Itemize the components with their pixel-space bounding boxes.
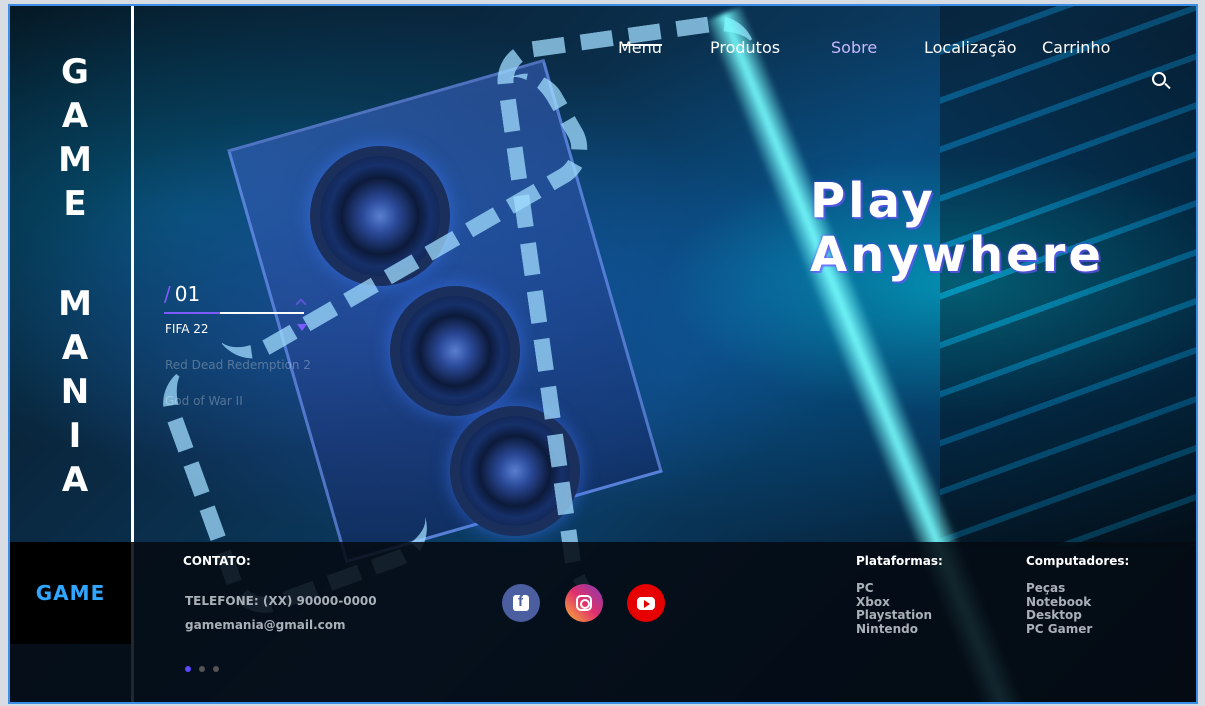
game-item[interactable]: Red Dead Redemption 2: [165, 358, 325, 394]
brand-letter: A: [61, 328, 89, 368]
nav-localizacao[interactable]: Localização: [924, 38, 1017, 57]
logo-text: GAME: [35, 581, 106, 605]
platform-link[interactable]: Playstation: [856, 608, 932, 623]
pagination-dot[interactable]: [213, 666, 219, 672]
computers-title: Computadores:: [1026, 554, 1130, 568]
facebook-icon[interactable]: [502, 584, 540, 622]
computers-list: Peças Notebook Desktop PC Gamer: [1026, 581, 1092, 637]
game-list: FIFA 22 Red Dead Redemption 2 God of War…: [165, 298, 325, 430]
hero-line-1: Play: [810, 173, 936, 229]
nav-menu[interactable]: Menu: [618, 38, 662, 57]
platform-link[interactable]: Xbox: [856, 595, 932, 610]
counter-number: 01: [174, 282, 201, 306]
brand-letter: N: [60, 372, 90, 412]
contact-title: CONTATO:: [183, 554, 251, 568]
platforms-list: PC Xbox Playstation Nintendo: [856, 581, 932, 637]
nav-carrinho[interactable]: Carrinho: [1042, 38, 1110, 57]
brand-letter: E: [63, 184, 87, 224]
computer-link[interactable]: PC Gamer: [1026, 622, 1092, 637]
app-frame: G A M E M A N I A Menu Produtos Sobre Lo…: [8, 4, 1198, 704]
youtube-glyph: [637, 596, 655, 610]
counter-slash: /: [164, 282, 171, 306]
pagination-dots: [185, 666, 219, 672]
computer-link[interactable]: Peças: [1026, 581, 1092, 596]
brand-gap: [55, 226, 95, 282]
platforms-title: Plataformas:: [856, 554, 943, 568]
game-title: God of War II: [165, 394, 243, 408]
brand-vertical-title: G A M E M A N I A: [55, 50, 95, 502]
footer: GAME CONTATO: TELEFONE: (XX) 90000-0000 …: [10, 542, 1196, 702]
game-item-active[interactable]: FIFA 22: [165, 322, 325, 358]
hero-line-2: Anywhere: [810, 227, 1104, 283]
contact-phone: TELEFONE: (XX) 90000-0000: [185, 594, 377, 608]
fan-decor: [450, 406, 580, 536]
slide-counter: /01: [164, 282, 200, 306]
brand-letter: I: [68, 416, 82, 456]
contact-email[interactable]: gamemania@gmail.com: [185, 618, 346, 632]
pagination-dot-active[interactable]: [185, 666, 191, 672]
pagination-dot[interactable]: [199, 666, 205, 672]
logo[interactable]: GAME: [10, 542, 131, 644]
game-title: Red Dead Redemption 2: [165, 358, 311, 372]
platform-link[interactable]: PC: [856, 581, 932, 596]
top-nav: Menu Produtos Sobre Localização Carrinho: [10, 38, 1196, 86]
game-title: FIFA 22: [165, 322, 209, 336]
brand-letter: M: [58, 284, 92, 324]
chevron-down-icon[interactable]: [297, 324, 307, 331]
hero-headline: Play Anywhere: [810, 174, 1104, 282]
fan-decor: [310, 146, 450, 286]
search-icon[interactable]: [1152, 72, 1166, 86]
facebook-glyph: [513, 593, 529, 611]
chevron-up-icon[interactable]: [295, 298, 307, 310]
instagram-icon[interactable]: [565, 584, 603, 622]
brand-letter: M: [58, 140, 92, 180]
computer-link[interactable]: Notebook: [1026, 595, 1092, 610]
platform-link[interactable]: Nintendo: [856, 622, 932, 637]
counter-underline: [164, 312, 304, 314]
fan-decor: [390, 286, 520, 416]
computer-link[interactable]: Desktop: [1026, 608, 1092, 623]
nav-produtos[interactable]: Produtos: [710, 38, 780, 57]
nav-active-indicator: [622, 44, 662, 46]
instagram-glyph: [576, 595, 592, 611]
brand-letter: A: [61, 460, 89, 500]
cable-decor: [492, 10, 828, 602]
game-item[interactable]: God of War II: [165, 394, 325, 430]
youtube-icon[interactable]: [627, 584, 665, 622]
brand-letter: A: [61, 96, 89, 136]
nav-sobre[interactable]: Sobre: [831, 38, 877, 57]
gpu-card-decor: [227, 58, 663, 564]
